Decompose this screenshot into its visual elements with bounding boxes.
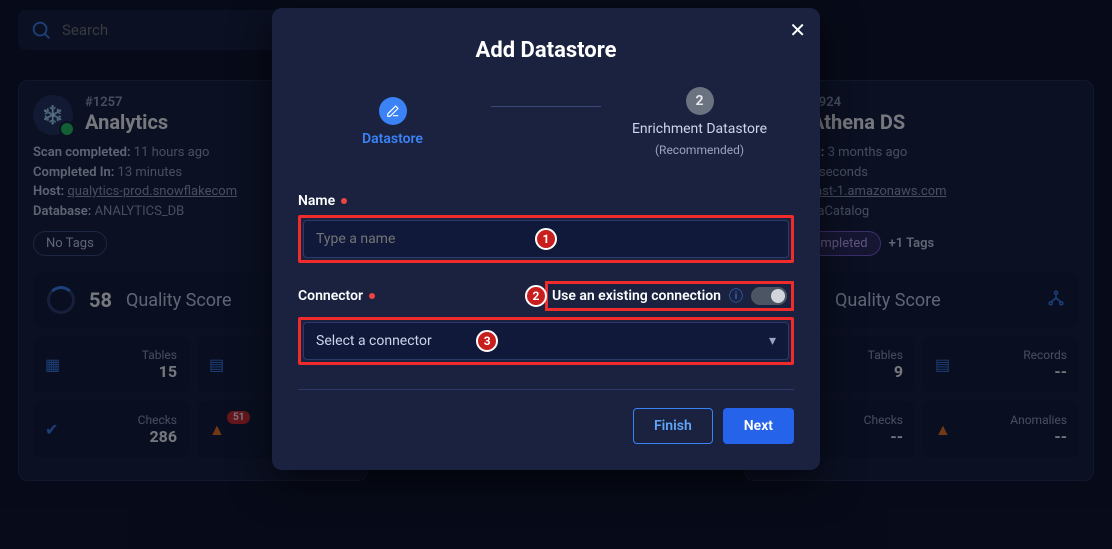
callout-badge-2: 2 [525,285,547,307]
callout-badge-3: 3 [476,330,498,352]
close-icon: ✕ [789,18,806,42]
callout-badge-1: 1 [535,228,557,250]
modal-title: Add Datastore [298,38,794,63]
callout-box-2: 2 Use an existing connection ⓘ [545,281,794,311]
connector-label: Connector [298,288,375,304]
step-connector [491,106,601,107]
divider [298,389,794,390]
info-icon[interactable]: ⓘ [729,286,743,306]
step-sublabel: (Recommended) [655,143,744,157]
callout-box-1: 1 [298,215,794,263]
step-enrichment[interactable]: 2 Enrichment Datastore (Recommended) [605,87,794,157]
callout-box-3: 3 Select a connector ▾ [298,317,794,365]
existing-toggle-label: Use an existing connection [552,288,721,304]
chevron-down-icon: ▾ [769,333,776,349]
step-datastore[interactable]: Datastore [298,97,487,147]
select-value: Select a connector [316,333,432,349]
finish-button[interactable]: Finish [633,408,713,444]
connector-select[interactable]: Select a connector ▾ [303,322,789,360]
next-button[interactable]: Next [723,408,794,444]
required-dot-icon [341,198,347,204]
step-label: Datastore [362,131,423,147]
step-number: 2 [686,87,714,115]
step-label: Enrichment Datastore [632,121,767,137]
pencil-icon [379,97,407,125]
stepper: Datastore 2 Enrichment Datastore (Recomm… [298,87,794,157]
name-label: Name [298,193,794,209]
close-button[interactable]: ✕ [789,18,806,42]
existing-connection-toggle[interactable] [751,287,787,305]
add-datastore-modal: ✕ Add Datastore Datastore 2 Enrichment D… [272,8,820,470]
required-dot-icon [369,293,375,299]
